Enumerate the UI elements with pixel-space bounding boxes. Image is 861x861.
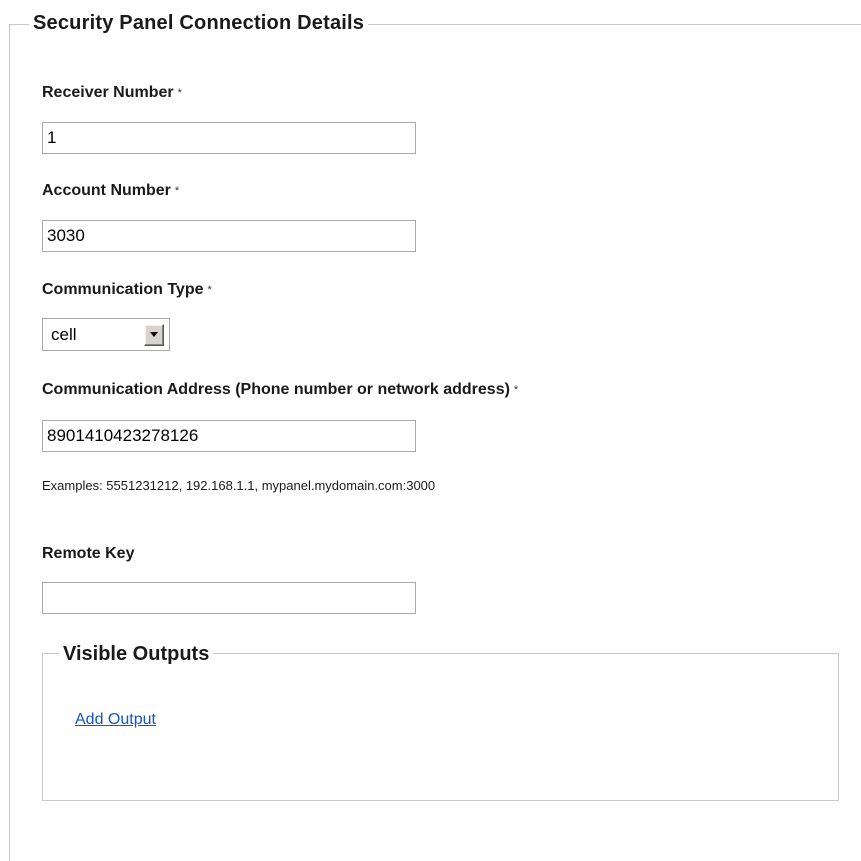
required-mark: * xyxy=(207,284,212,296)
communication-address-label: Communication Address (Phone number or n… xyxy=(42,380,518,400)
required-mark: * xyxy=(174,185,180,197)
communication-type-label: Communication Type * xyxy=(42,280,212,300)
remote-key-label: Remote Key xyxy=(42,545,135,562)
account-number-label-text: Account Number xyxy=(42,182,171,199)
visible-outputs-legend: Visible Outputs xyxy=(59,640,214,668)
account-number-label: Account Number * xyxy=(42,181,179,201)
security-panel-form: Security Panel Connection Details Receiv… xyxy=(0,0,861,861)
add-output-link[interactable]: Add Output xyxy=(75,710,156,730)
receiver-number-label: Receiver Number * xyxy=(42,83,182,103)
communication-type-selected: cell xyxy=(51,324,77,344)
visible-outputs-fieldset xyxy=(42,653,839,801)
required-mark: * xyxy=(177,87,182,99)
communication-type-select[interactable]: cell xyxy=(42,318,170,351)
communication-address-hint: Examples: 5551231212, 192.168.1.1, mypan… xyxy=(42,478,436,493)
communication-address-input[interactable] xyxy=(42,420,416,452)
connection-details-legend: Security Panel Connection Details xyxy=(29,9,369,37)
chevron-down-icon[interactable] xyxy=(144,323,164,346)
communication-type-label-text: Communication Type xyxy=(42,281,204,298)
receiver-number-label-text: Receiver Number xyxy=(42,84,174,101)
account-number-input[interactable] xyxy=(42,220,416,252)
receiver-number-input[interactable] xyxy=(42,122,416,154)
chevron-down-icon-glyph xyxy=(150,331,158,337)
required-mark: * xyxy=(513,384,519,396)
remote-key-input[interactable] xyxy=(42,582,416,614)
communication-address-label-text: Communication Address (Phone number or n… xyxy=(42,381,510,398)
